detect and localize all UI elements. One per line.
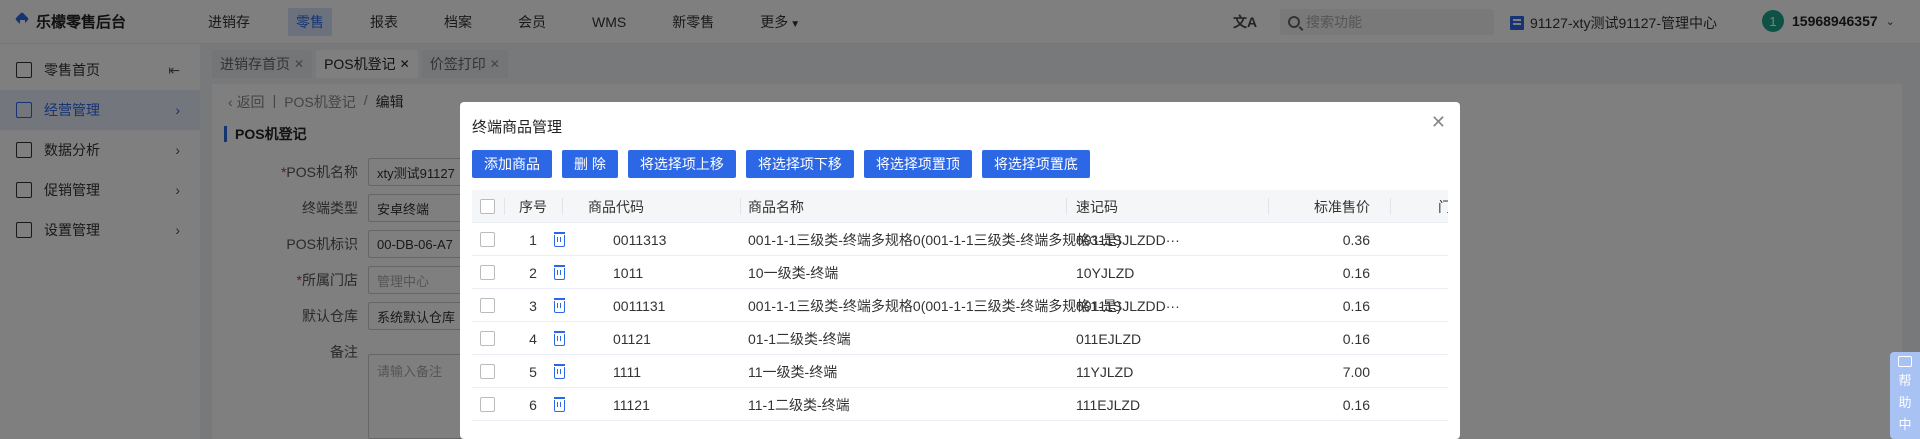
row-checkbox[interactable] [480,388,495,421]
row-code: 1111 [613,363,642,380]
close-icon[interactable]: ✕ [1431,112,1446,133]
delete-icon[interactable] [554,223,565,256]
row-price: 0.36 [1342,231,1370,248]
delete-icon[interactable] [554,355,565,388]
column-header: 标准售价 [1314,198,1370,215]
row-checkbox[interactable] [480,256,495,289]
row-checkbox[interactable] [480,289,495,322]
table-row[interactable]: 1 0011313 001-1-1三级类-终端多规格0(001-1-1三级类-终… [472,223,1448,256]
row-mnemonic: 00111SJLZDD··· [1076,297,1180,314]
row-name: 10一级类-终端 [748,264,839,281]
column-header: 门 [1438,198,1448,215]
row-mnemonic: 111EJLZD [1076,396,1141,413]
row-mnemonic: 11YJLZD [1076,363,1134,380]
product-table: 序号 商品代码 商品名称 速记码 标准售价 门 1 0011313 001-1-… [472,190,1448,439]
row-price: 7.00 [1342,363,1370,380]
row-price: 0.16 [1342,396,1370,413]
table-row[interactable]: 6 11121 11-1二级类-终端 111EJLZD 0.16 [472,388,1448,421]
delete-icon[interactable] [554,322,565,355]
column-header: 速记码 [1076,198,1118,215]
row-name: 001-1-1三级类-终端多规格0(001-1-1三级类-终端多规格1-是) [748,297,1122,314]
table-row[interactable]: 3 0011131 001-1-1三级类-终端多规格0(001-1-1三级类-终… [472,289,1448,322]
table-row[interactable]: 4 01121 01-1二级类-终端 011EJLZD 0.16 [472,322,1448,355]
row-checkbox[interactable] [480,223,495,256]
row-price: 0.16 [1342,330,1370,347]
row-code: 01121 [613,330,651,347]
select-all-checkbox[interactable] [480,190,495,223]
row-checkbox[interactable] [480,355,495,388]
modal-toolbar: 添加商品 删 除 将选择项上移 将选择项下移 将选择项置顶 将选择项置底 [472,150,1090,178]
table-header: 序号 商品代码 商品名称 速记码 标准售价 门 [472,190,1448,223]
row-name: 11一级类-终端 [748,363,838,380]
row-mnemonic: 10YJLZD [1076,264,1135,281]
help-char: 助 [1898,395,1912,410]
row-code: 0011313 [613,231,667,248]
modal-title: 终端商品管理 [472,119,563,136]
row-code: 1011 [613,264,644,281]
move-top-button[interactable]: 将选择项置顶 [863,150,972,178]
row-name: 001-1-1三级类-终端多规格0(001-1-1三级类-终端多规格3-是) [748,231,1122,248]
row-checkbox[interactable] [480,322,495,355]
delete-icon[interactable] [554,289,565,322]
move-up-button[interactable]: 将选择项上移 [627,150,736,178]
help-center-tab[interactable]: 帮 助 中 [1890,352,1920,439]
help-char: 帮 [1898,373,1912,388]
column-header: 序号 [519,198,547,215]
delete-icon[interactable] [554,388,565,421]
move-bottom-button[interactable]: 将选择项置底 [981,150,1090,178]
delete-button[interactable]: 删 除 [562,150,618,178]
row-price: 0.16 [1342,264,1370,281]
row-mnemonic: 00111SJLZDD··· [1076,231,1180,248]
row-code: 0011131 [613,297,666,314]
row-name: 01-1二级类-终端 [748,330,851,347]
table-row[interactable]: 5 1111 11一级类-终端 11YJLZD 7.00 [472,355,1448,388]
row-price: 0.16 [1342,297,1370,314]
help-char: 中 [1898,417,1912,432]
table-row[interactable]: 2 1011 10一级类-终端 10YJLZD 0.16 [472,256,1448,289]
column-header: 商品代码 [588,198,644,215]
column-header: 商品名称 [748,198,804,215]
add-product-button[interactable]: 添加商品 [472,150,552,178]
move-down-button[interactable]: 将选择项下移 [745,150,854,178]
chat-icon [1898,356,1912,367]
row-code: 11121 [613,396,650,413]
row-mnemonic: 011EJLZD [1076,330,1142,347]
row-name: 11-1二级类-终端 [748,396,850,413]
delete-icon[interactable] [554,256,565,289]
terminal-product-modal: 终端商品管理 ✕ 添加商品 删 除 将选择项上移 将选择项下移 将选择项置顶 将… [460,102,1460,439]
